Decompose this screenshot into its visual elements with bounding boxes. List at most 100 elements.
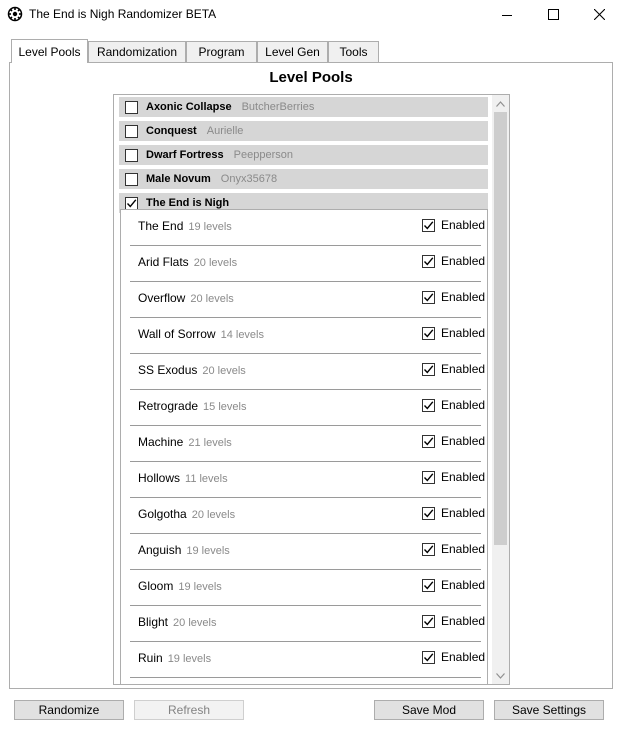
minimize-button[interactable] [484,0,530,29]
save-mod-button[interactable]: Save Mod [374,700,484,720]
level-count: 15 levels [203,401,247,413]
enabled-checkbox[interactable] [422,614,435,628]
maximize-icon [547,9,559,20]
randomize-button[interactable]: Randomize [14,700,124,720]
close-icon [593,9,605,20]
level-pools-list: Axonic Collapse ButcherBerries Conquest … [113,94,510,685]
checkmark-icon [423,328,434,338]
enabled-toggle[interactable]: Enabled [422,398,485,412]
enabled-checkbox[interactable] [422,542,435,556]
list-item: Arid Flats 20 levels Enabled [121,246,487,282]
enabled-toggle[interactable]: Enabled [422,218,485,232]
level-name: Retrograde [138,399,199,413]
enabled-label: Enabled [441,434,486,448]
enabled-label: Enabled [441,218,486,232]
title-bar: The End is Nigh Randomizer BETA [0,0,622,30]
pool-name: Conquest [146,125,197,137]
panel-heading: Level Pools [269,69,353,86]
pool-checkbox[interactable] [125,148,138,162]
enabled-toggle[interactable]: Enabled [422,362,485,376]
tab-level-gen[interactable]: Level Gen [257,41,328,62]
list-item: Blight 20 levels Enabled [121,606,487,642]
refresh-button[interactable]: Refresh [134,700,244,720]
enabled-checkbox[interactable] [422,650,435,664]
list-item: Machine 21 levels Enabled [121,426,487,462]
level-count: 19 levels [186,545,230,557]
list-item: Anguish 19 levels Enabled [121,534,487,570]
pool-levels-list: The End 19 levels Enabled Arid Flats 20 le… [120,209,488,684]
enabled-checkbox[interactable] [422,218,435,232]
tab-tools[interactable]: Tools [328,41,379,62]
list-item: Hollows 11 levels Enabled [121,462,487,498]
list-item: Golgotha 20 levels Enabled [121,498,487,534]
enabled-checkbox[interactable] [422,362,435,376]
enabled-label: Enabled [441,506,486,520]
enabled-toggle[interactable]: Enabled [422,290,485,304]
enabled-label: Enabled [441,290,486,304]
pool-checkbox[interactable] [125,124,138,138]
pool-checkbox[interactable] [125,196,138,210]
level-count: 19 levels [178,581,222,593]
level-name: Hollows [138,471,181,485]
enabled-checkbox[interactable] [422,434,435,448]
tab-level-pools[interactable]: Level Pools [11,39,88,63]
scrollbar-thumb[interactable] [494,112,507,545]
pool-checkbox[interactable] [125,172,138,186]
enabled-toggle[interactable]: Enabled [422,614,485,628]
maximize-button[interactable] [530,0,576,29]
enabled-toggle[interactable]: Enabled [422,650,485,664]
enabled-toggle[interactable]: Enabled [422,434,485,448]
checkmark-icon [423,580,434,590]
enabled-toggle[interactable]: Enabled [422,542,485,556]
enabled-checkbox[interactable] [422,326,435,340]
checkmark-icon [423,292,434,302]
vertical-scrollbar[interactable] [492,95,509,684]
level-count: 20 levels [173,617,217,629]
row-divider [130,677,481,678]
pool-item[interactable]: Male Novum Onyx35678 [119,169,488,189]
pool-item[interactable]: Axonic Collapse ButcherBerries [119,97,488,117]
enabled-label: Enabled [441,398,486,412]
checkmark-icon [423,256,434,266]
enabled-toggle[interactable]: Enabled [422,326,485,340]
close-button[interactable] [576,0,622,29]
tab-program[interactable]: Program [186,41,257,62]
chevron-down-icon [496,672,505,679]
list-item: The End 19 levels Enabled [121,210,487,246]
enabled-checkbox[interactable] [422,290,435,304]
enabled-label: Enabled [441,542,486,556]
enabled-checkbox[interactable] [422,506,435,520]
pool-name: Axonic Collapse [146,101,232,113]
enabled-toggle[interactable]: Enabled [422,506,485,520]
pool-name: The End is Nigh [146,197,230,209]
scroll-down-button[interactable] [492,667,509,684]
enabled-checkbox[interactable] [422,578,435,592]
tab-randomization[interactable]: Randomization [88,41,186,62]
level-name: Overflow [138,291,186,305]
list-item: Overflow 20 levels Enabled [121,282,487,318]
pool-author: Onyx35678 [220,173,278,185]
cog-wheel-icon [7,6,23,22]
pool-item[interactable]: Conquest Aurielle [119,121,488,141]
enabled-label: Enabled [441,254,486,268]
scroll-up-button[interactable] [492,95,509,112]
enabled-label: Enabled [441,362,486,376]
checkmark-icon [423,400,434,410]
enabled-checkbox[interactable] [422,254,435,268]
enabled-checkbox[interactable] [422,470,435,484]
checkmark-icon [423,652,434,662]
list-item: SS Exodus 20 levels Enabled [121,354,487,390]
enabled-toggle[interactable]: Enabled [422,254,485,268]
list-item: Wall of Sorrow 14 levels Enabled [121,318,487,354]
list-item: Gloom 19 levels Enabled [121,570,487,606]
checkmark-icon [423,616,434,626]
pool-item[interactable]: Dwarf Fortress Peepperson [119,145,488,165]
chevron-up-icon [496,100,505,107]
level-count: 14 levels [220,329,264,341]
enabled-toggle[interactable]: Enabled [422,470,485,484]
checkmark-icon [423,544,434,554]
pool-checkbox[interactable] [125,100,138,114]
enabled-toggle[interactable]: Enabled [422,578,485,592]
save-settings-button[interactable]: Save Settings [494,700,604,720]
enabled-checkbox[interactable] [422,398,435,412]
